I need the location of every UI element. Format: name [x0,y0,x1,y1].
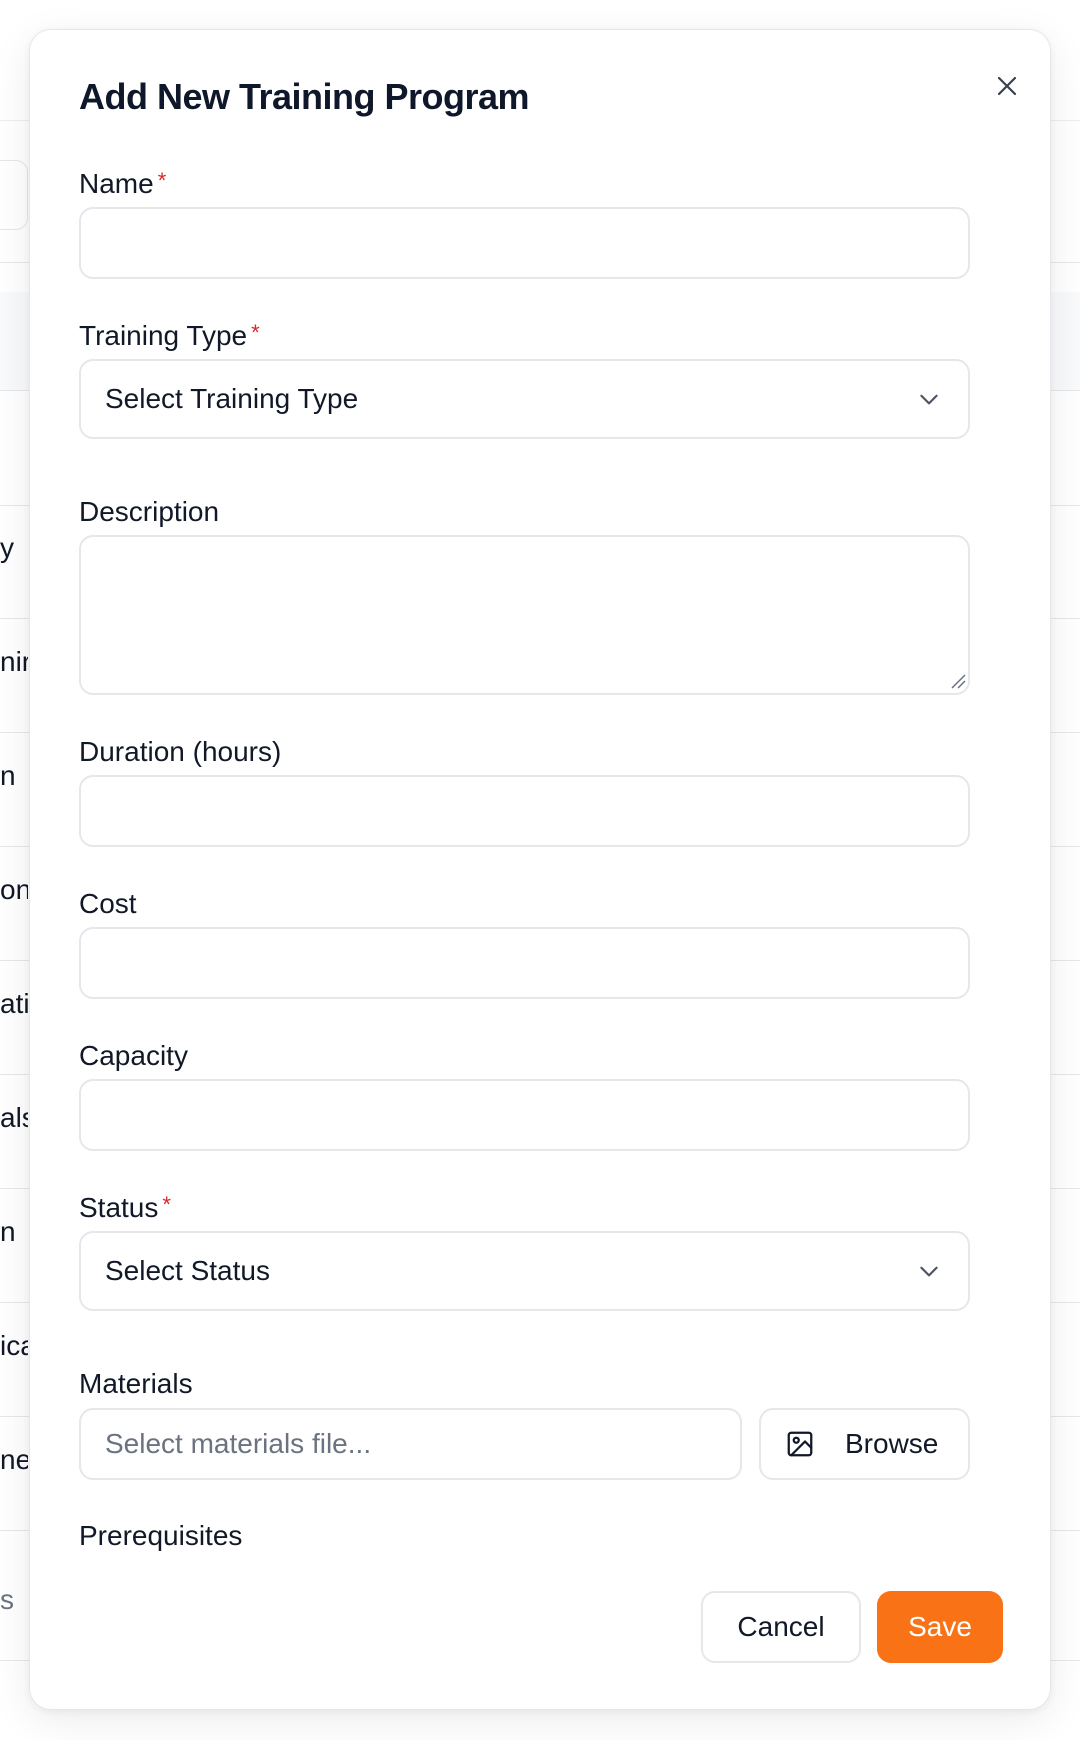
name-label-text: Name [79,168,154,199]
resize-handle-icon[interactable] [950,673,966,689]
background-search-box [0,160,28,230]
required-marker: * [162,1192,171,1217]
status-select[interactable]: Select Status [79,1231,970,1311]
image-icon [787,1431,813,1457]
browse-button-label: Browse [845,1428,939,1459]
background-row-text: nir [0,646,28,677]
capacity-input[interactable] [79,1079,970,1151]
duration-input[interactable] [79,775,970,847]
description-label: Description [79,496,220,527]
close-button[interactable] [983,62,1031,110]
cost-input[interactable] [79,927,970,999]
background-row-text: on [0,874,28,905]
cost-label: Cost [79,888,137,919]
name-label: Name * [79,168,166,200]
close-icon [997,76,1017,96]
dialog-title: Add New Training Program [79,76,530,117]
duration-label: Duration (hours) [79,736,282,767]
training-type-label-text: Training Type [79,320,248,351]
status-label: Status * [79,1192,171,1224]
background-row-text: ati [0,988,28,1019]
prerequisites-label: Prerequisites [79,1520,243,1551]
training-type-selected-value: Select Training Type [105,383,359,414]
background-row-text: ica [0,1330,28,1361]
cancel-button[interactable]: Cancel [701,1591,861,1663]
chevron-down-icon [920,394,938,405]
capacity-label: Capacity [79,1040,188,1071]
add-training-program-dialog: Add New Training Program Name * Training … [29,29,1051,1710]
status-label-text: Status [79,1192,159,1223]
training-type-label: Training Type * [79,320,260,352]
background-row-text: n [0,760,16,791]
training-type-select[interactable]: Select Training Type [79,359,970,439]
background-row-text: y [0,532,14,563]
description-textarea[interactable] [79,535,970,695]
background-row-text: als [0,1102,28,1133]
save-button[interactable]: Save [877,1591,1003,1663]
name-input[interactable] [79,207,970,279]
required-marker: * [251,320,260,345]
required-marker: * [157,168,167,193]
background-row-text: s [0,1584,14,1615]
background-row-text: n [0,1216,16,1247]
status-selected-value: Select Status [105,1255,270,1286]
browse-button[interactable]: Browse [759,1408,970,1480]
chevron-down-icon [920,1266,938,1277]
materials-label: Materials [79,1368,193,1399]
materials-file-input[interactable] [79,1408,742,1480]
background-row-text: nei [0,1444,28,1475]
